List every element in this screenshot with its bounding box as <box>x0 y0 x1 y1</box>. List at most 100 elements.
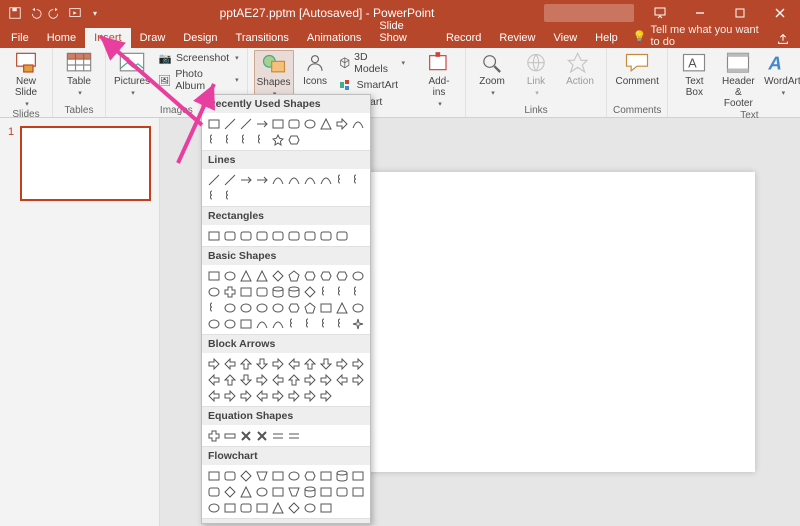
pictures-button[interactable]: Pictures <box>112 50 152 97</box>
shape-thumb[interactable] <box>238 356 253 371</box>
shape-thumb[interactable] <box>206 188 221 203</box>
shape-thumb[interactable] <box>206 468 221 483</box>
shape-thumb[interactable] <box>302 468 317 483</box>
addins-button[interactable]: Add-ins <box>419 50 459 108</box>
shape-thumb[interactable] <box>254 132 269 147</box>
shape-thumb[interactable] <box>302 116 317 131</box>
tell-me-search[interactable]: 💡 Tell me what you want to do <box>627 24 775 48</box>
shape-thumb[interactable] <box>254 484 269 499</box>
shape-thumb[interactable] <box>350 284 365 299</box>
shape-thumb[interactable] <box>334 228 349 243</box>
shape-thumb[interactable] <box>302 316 317 331</box>
shape-thumb[interactable] <box>286 484 301 499</box>
redo-icon[interactable] <box>48 6 62 20</box>
shape-thumb[interactable] <box>270 372 285 387</box>
shape-thumb[interactable] <box>318 356 333 371</box>
shape-thumb[interactable] <box>334 372 349 387</box>
shape-thumb[interactable] <box>270 500 285 515</box>
close-button[interactable] <box>760 0 800 26</box>
shape-thumb[interactable] <box>238 468 253 483</box>
start-from-beginning-icon[interactable] <box>68 6 82 20</box>
shape-thumb[interactable] <box>286 132 301 147</box>
shape-thumb[interactable] <box>206 228 221 243</box>
shape-thumb[interactable] <box>222 372 237 387</box>
shape-thumb[interactable] <box>334 300 349 315</box>
shape-thumb[interactable] <box>206 116 221 131</box>
shape-thumb[interactable] <box>206 316 221 331</box>
tab-record[interactable]: Record <box>437 28 490 48</box>
shape-thumb[interactable] <box>302 284 317 299</box>
slide-canvas[interactable] <box>355 172 755 472</box>
shape-thumb[interactable] <box>254 116 269 131</box>
shape-thumb[interactable] <box>350 484 365 499</box>
shape-thumb[interactable] <box>254 300 269 315</box>
shape-thumb[interactable] <box>270 484 285 499</box>
shape-thumb[interactable] <box>206 284 221 299</box>
shape-thumb[interactable] <box>238 116 253 131</box>
shape-thumb[interactable] <box>222 284 237 299</box>
shape-thumb[interactable] <box>270 388 285 403</box>
shape-thumb[interactable] <box>350 268 365 283</box>
shape-thumb[interactable] <box>286 428 301 443</box>
text-box-button[interactable]: A TextBox <box>674 50 714 98</box>
shape-thumb[interactable] <box>318 116 333 131</box>
qat-dropdown-icon[interactable]: ▾ <box>88 6 102 20</box>
undo-icon[interactable] <box>28 6 42 20</box>
comment-button[interactable]: Comment <box>617 50 657 87</box>
tab-draw[interactable]: Draw <box>131 28 175 48</box>
ribbon-options-icon[interactable] <box>640 0 680 26</box>
shape-thumb[interactable] <box>254 228 269 243</box>
shape-thumb[interactable] <box>318 284 333 299</box>
shape-thumb[interactable] <box>238 484 253 499</box>
shape-thumb[interactable] <box>334 284 349 299</box>
wordart-button[interactable]: A WordArt <box>762 50 800 97</box>
photo-album-button[interactable]: 🖼Photo Album <box>156 67 241 93</box>
action-button[interactable]: Action <box>560 50 600 87</box>
shape-thumb[interactable] <box>254 284 269 299</box>
tab-review[interactable]: Review <box>490 28 544 48</box>
shape-thumb[interactable] <box>350 316 365 331</box>
shape-thumb[interactable] <box>270 356 285 371</box>
shape-thumb[interactable] <box>318 228 333 243</box>
shape-thumb[interactable] <box>286 228 301 243</box>
shape-thumb[interactable] <box>334 316 349 331</box>
tab-home[interactable]: Home <box>38 28 85 48</box>
shape-thumb[interactable] <box>238 228 253 243</box>
shape-thumb[interactable] <box>270 228 285 243</box>
shape-thumb[interactable] <box>318 388 333 403</box>
shape-thumb[interactable] <box>238 300 253 315</box>
shape-thumb[interactable] <box>238 172 253 187</box>
shape-thumb[interactable] <box>302 388 317 403</box>
shape-thumb[interactable] <box>286 500 301 515</box>
shape-thumb[interactable] <box>334 484 349 499</box>
shape-thumb[interactable] <box>206 388 221 403</box>
shape-thumb[interactable] <box>270 300 285 315</box>
shape-thumb[interactable] <box>222 188 237 203</box>
tab-animations[interactable]: Animations <box>298 28 370 48</box>
share-button[interactable] <box>774 30 792 48</box>
shape-thumb[interactable] <box>206 356 221 371</box>
minimize-button[interactable] <box>680 0 720 26</box>
shape-thumb[interactable] <box>206 268 221 283</box>
shape-thumb[interactable] <box>254 372 269 387</box>
account-area[interactable] <box>544 4 634 22</box>
shape-thumb[interactable] <box>222 268 237 283</box>
shape-thumb[interactable] <box>286 300 301 315</box>
shape-thumb[interactable] <box>286 284 301 299</box>
shape-thumb[interactable] <box>350 116 365 131</box>
shape-thumb[interactable] <box>286 372 301 387</box>
smartart-button[interactable]: SmartArt <box>337 77 407 93</box>
shape-thumb[interactable] <box>350 300 365 315</box>
shape-thumb[interactable] <box>350 468 365 483</box>
shape-thumb[interactable] <box>254 500 269 515</box>
shape-thumb[interactable] <box>286 116 301 131</box>
shape-thumb[interactable] <box>222 484 237 499</box>
shape-thumb[interactable] <box>238 428 253 443</box>
shape-thumb[interactable] <box>238 500 253 515</box>
shape-thumb[interactable] <box>254 172 269 187</box>
shape-thumb[interactable] <box>238 132 253 147</box>
shape-thumb[interactable] <box>302 300 317 315</box>
header-footer-button[interactable]: Header& Footer <box>718 50 758 109</box>
shape-thumb[interactable] <box>222 356 237 371</box>
shape-thumb[interactable] <box>270 172 285 187</box>
